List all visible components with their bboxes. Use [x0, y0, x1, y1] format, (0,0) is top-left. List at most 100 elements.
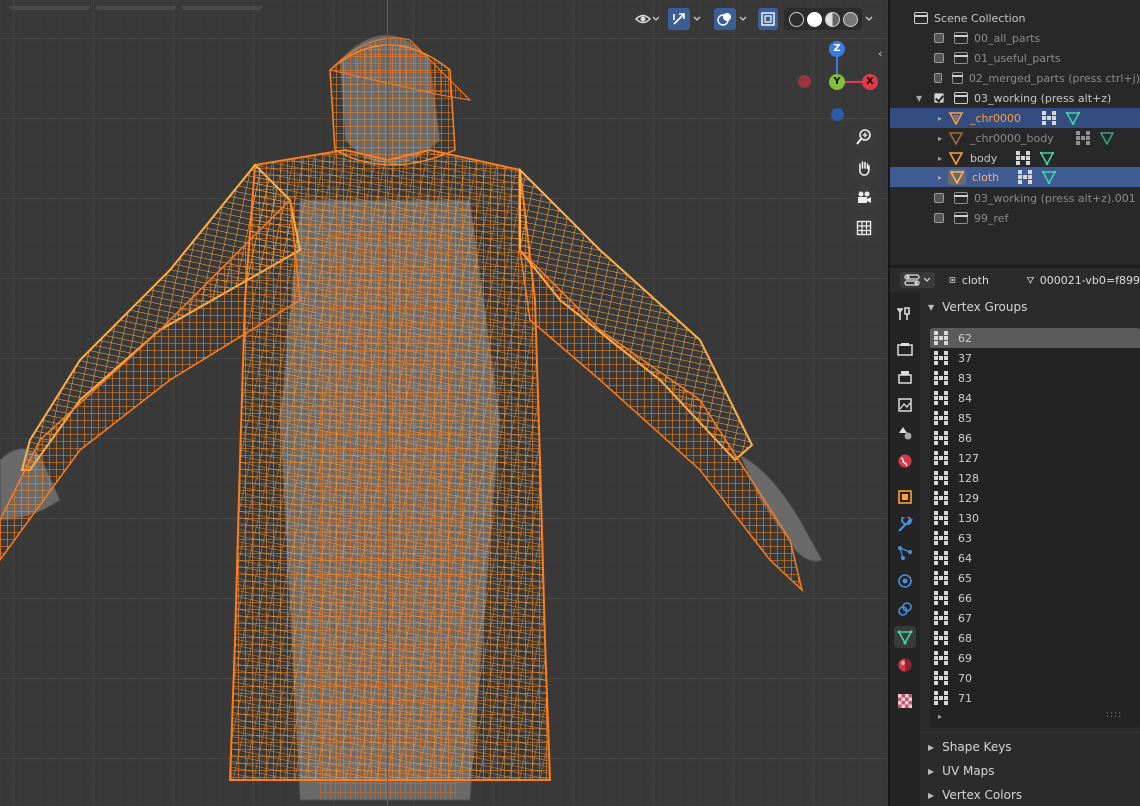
tab-view-layer[interactable] [894, 394, 916, 416]
vertex-group-row[interactable]: 71 [930, 688, 1140, 708]
vertex-groups-header[interactable]: ▼ Vertex Groups [920, 295, 1140, 319]
tab-scene[interactable] [894, 422, 916, 444]
vertex-group-row[interactable]: 86 [930, 428, 1140, 448]
solid-shading-icon[interactable] [806, 11, 822, 27]
vertex-group-row[interactable]: 62 [930, 328, 1140, 348]
outliner-row[interactable]: 02_merged_parts (press ctrl+j) [890, 68, 1140, 88]
vertex-group-row[interactable]: 65 [930, 568, 1140, 588]
gizmo-z-axis[interactable]: Z [829, 41, 845, 57]
vertex-group-row[interactable]: 83 [930, 368, 1140, 388]
vertex-group-row[interactable]: 67 [930, 608, 1140, 628]
list-resize-handle-icon[interactable]: :::: [1106, 710, 1122, 720]
gizmo-neg-z-axis[interactable] [831, 108, 844, 121]
navigation-gizmo[interactable]: Z Y X [790, 36, 880, 131]
collection-icon [951, 72, 963, 84]
vertex-group-row[interactable]: 68 [930, 628, 1140, 648]
printer-icon [898, 371, 912, 384]
tab-texture[interactable] [894, 690, 916, 712]
outliner-row[interactable]: ▸ _chr0000_body [890, 128, 1140, 148]
outliner-row[interactable]: 01_useful_parts [890, 48, 1140, 68]
gizmo-toggle[interactable] [668, 8, 690, 30]
tab-constraints[interactable] [894, 598, 916, 620]
sidebar-collapse-arrow[interactable]: ‹ [878, 47, 882, 60]
camera-tool[interactable] [851, 185, 877, 211]
pan-tool[interactable] [851, 155, 877, 181]
exclude-checkbox[interactable] [934, 53, 944, 63]
vertex-colors-header[interactable]: ▶ Vertex Colors [920, 783, 1140, 806]
outliner-row[interactable]: 00_all_parts [890, 28, 1140, 48]
vertex-group-row[interactable]: 63 [930, 528, 1140, 548]
expand-arrow-icon[interactable]: ▸ [938, 154, 948, 163]
gizmo-neg-x-axis[interactable] [798, 75, 811, 88]
mesh-data-icon[interactable] [1100, 131, 1114, 145]
vertex-group-label: 68 [958, 631, 972, 645]
tab-material[interactable] [894, 654, 916, 676]
exclude-checkbox[interactable] [934, 213, 944, 223]
vertex-group-label: 83 [958, 371, 972, 385]
expand-arrow-icon[interactable]: ▸ [938, 173, 948, 182]
outliner-row[interactable]: ▼ 03_working (press alt+z) [890, 88, 1140, 108]
mesh-data-icon[interactable] [1042, 170, 1056, 184]
visibility-toggle[interactable] [632, 8, 662, 30]
vertex-group-row[interactable]: 37 [930, 348, 1140, 368]
overlay-dropdown[interactable] [736, 8, 750, 30]
vertex-group-row[interactable]: 85 [930, 408, 1140, 428]
mesh-data-icon [897, 630, 913, 645]
tab-particles[interactable] [894, 542, 916, 564]
outliner-row[interactable]: ▸ _chr0000 [890, 108, 1140, 128]
tab-world[interactable] [894, 450, 916, 472]
exclude-checkbox[interactable] [934, 33, 944, 43]
gizmo-y-axis[interactable]: Y [829, 74, 845, 90]
uv-maps-header[interactable]: ▶ UV Maps [920, 759, 1140, 783]
shape-keys-header[interactable]: ▶ Shape Keys [920, 735, 1140, 759]
vertex-group-row[interactable]: 84 [930, 388, 1140, 408]
tab-object[interactable] [894, 486, 916, 508]
vertex-group-row[interactable]: 129 [930, 488, 1140, 508]
wireframe-shading-icon[interactable] [788, 11, 804, 27]
exclude-checkbox[interactable] [934, 193, 944, 203]
ortho-toggle[interactable] [851, 215, 877, 241]
gizmo-dropdown[interactable] [690, 8, 704, 30]
vertex-group-row[interactable]: 69 [930, 648, 1140, 668]
tab-object-data[interactable] [894, 626, 916, 648]
mesh-data-icon[interactable] [1066, 111, 1080, 125]
mesh-data-icon[interactable] [1040, 151, 1054, 165]
vertex-group-list[interactable]: 62 37 83 84 85 86 127 128 129 130 63 64 65 66 67 68 69 70… [930, 328, 1140, 728]
tab-tool[interactable] [894, 303, 916, 325]
vertex-group-icon [934, 511, 948, 525]
tab-physics[interactable] [894, 570, 916, 592]
outliner-row-active[interactable]: ▸ cloth [890, 167, 1140, 187]
xray-toggle[interactable] [758, 8, 778, 30]
shading-dropdown[interactable] [862, 8, 876, 30]
rendered-shading-icon[interactable] [842, 11, 858, 27]
3d-viewport[interactable]: Z Y X ‹ [0, 0, 888, 806]
scene-collection-row[interactable]: Scene Collection [890, 8, 1140, 28]
vertex-group-row[interactable]: 66 [930, 588, 1140, 608]
zoom-tool[interactable] [851, 124, 877, 150]
blender-window: Z Y X ‹ Scene Collection 00_all_parts 01… [0, 0, 1140, 806]
outliner-row[interactable]: ▸ body [890, 148, 1140, 168]
tab-output[interactable] [894, 366, 916, 388]
outliner-item-label: 03_working (press alt+z).001 [974, 191, 1136, 205]
expand-arrow-icon[interactable]: ▸ [938, 114, 948, 123]
overlay-toggle[interactable] [714, 8, 736, 30]
gizmo-x-axis[interactable]: X [862, 74, 878, 90]
exclude-checkbox[interactable] [934, 93, 944, 103]
outliner-row[interactable]: 99_ref [890, 208, 1140, 228]
tab-modifiers[interactable] [894, 514, 916, 536]
vertex-group-row[interactable]: 128 [930, 468, 1140, 488]
expand-arrow-icon[interactable]: ▼ [916, 94, 926, 103]
vertex-group-row[interactable]: 64 [930, 548, 1140, 568]
list-expand-arrow-icon[interactable]: ▸ [938, 712, 942, 721]
outliner-row[interactable]: 03_working (press alt+z).001 [890, 188, 1140, 208]
vertex-group-row[interactable]: 70 [930, 668, 1140, 688]
material-shading-icon[interactable] [824, 11, 840, 27]
vertex-group-row[interactable]: 130 [930, 508, 1140, 528]
active-object-highlight [948, 169, 966, 185]
vertex-group-row[interactable]: 127 [930, 448, 1140, 468]
exclude-checkbox[interactable] [934, 73, 942, 83]
editor-type-dropdown[interactable] [900, 272, 935, 288]
tab-render[interactable] [894, 338, 916, 360]
expand-arrow-icon[interactable]: ▸ [938, 134, 948, 143]
outliner[interactable]: Scene Collection 00_all_parts 01_useful_… [890, 0, 1140, 265]
